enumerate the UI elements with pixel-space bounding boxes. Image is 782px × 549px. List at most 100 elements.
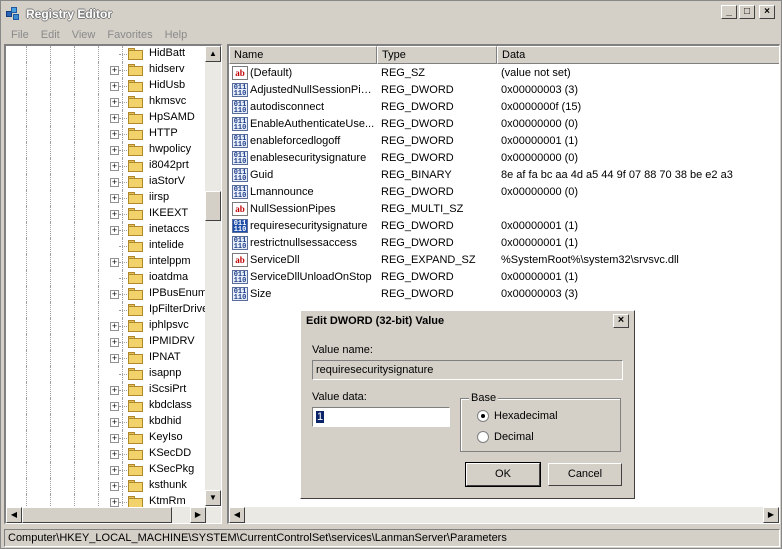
expand-plus-icon[interactable]: + <box>110 498 119 507</box>
value-row[interactable]: 011 110 Lmannounce REG_DWORD 0x00000000 (0) <box>229 184 779 201</box>
tree-item[interactable]: + HTTP <box>6 126 206 142</box>
tree-item[interactable]: + kbdclass <box>6 398 206 414</box>
tree-item[interactable]: + KSecPkg <box>6 462 206 478</box>
tree-item[interactable]: ioatdma <box>6 270 206 286</box>
value-row[interactable]: 011 110 AdjustedNullSessionPipes REG_DWORD 0… <box>229 82 779 99</box>
expand-plus-icon[interactable]: + <box>110 162 119 171</box>
value-row[interactable]: 011 110 Guid REG_BINARY 8e af fa bc aa 4d a5… <box>229 167 779 184</box>
tree-item[interactable]: IpFilterDriver <box>6 302 212 318</box>
expand-plus-icon[interactable]: + <box>110 226 119 235</box>
column-header-name[interactable]: Name <box>229 46 377 64</box>
tree-item[interactable]: + iirsp <box>6 190 206 206</box>
expand-plus-icon[interactable]: + <box>110 434 119 443</box>
tree-item[interactable]: + kbdhid <box>6 414 206 430</box>
tree-item[interactable]: + hwpolicy <box>6 142 206 158</box>
value-row[interactable]: ab NullSessionPipes REG_MULTI_SZ <box>229 201 779 218</box>
scroll-down-arrow-icon[interactable]: ▼ <box>205 490 221 506</box>
expand-plus-icon[interactable]: + <box>110 82 119 91</box>
expand-plus-icon[interactable]: + <box>110 466 119 475</box>
expand-plus-icon[interactable]: + <box>110 130 119 139</box>
expand-plus-icon[interactable]: + <box>110 258 119 267</box>
tree-item[interactable]: + KSecDD <box>6 446 206 462</box>
expand-plus-icon[interactable]: + <box>110 450 119 459</box>
value-row[interactable]: 011 110 EnableAuthenticateUse... REG_DWORD 0… <box>229 116 779 133</box>
scroll-right-arrow-icon[interactable]: ▶ <box>763 507 779 523</box>
dialog-title-bar[interactable]: Edit DWORD (32-bit) Value × <box>301 311 634 331</box>
tree-item[interactable]: + inetaccs <box>6 222 206 238</box>
maximize-button[interactable]: □ <box>739 5 755 19</box>
key-tree-pane[interactable]: HidBatt + hidserv + HidUsb + hkmsvc + HpSAMD + HTT… <box>4 44 222 524</box>
column-header-data[interactable]: Data <box>497 46 779 64</box>
value-row[interactable]: 011 110 enableforcedlogoff REG_DWORD 0x00000… <box>229 133 779 150</box>
tree-item[interactable]: + IPBusEnum <box>6 286 207 302</box>
expand-plus-icon[interactable]: + <box>110 354 119 363</box>
tree-item[interactable]: + iphlpsvc <box>6 318 206 334</box>
title-bar[interactable]: Registry Editor _ □ × <box>1 1 781 26</box>
tree-item[interactable]: isapnp <box>6 366 206 382</box>
tree-item[interactable]: + hidserv <box>6 62 206 78</box>
scroll-left-arrow-icon[interactable]: ◀ <box>229 507 245 523</box>
tree-item[interactable]: + iScsiPrt <box>6 382 206 398</box>
expand-plus-icon[interactable]: + <box>110 210 119 219</box>
hexadecimal-label[interactable]: Hexadecimal <box>494 410 558 422</box>
value-row[interactable]: 011 110 ServiceDllUnloadOnStop REG_DWORD 0x0… <box>229 269 779 286</box>
value-row[interactable]: 011 110 autodisconnect REG_DWORD 0x0000000f … <box>229 99 779 116</box>
expand-plus-icon[interactable]: + <box>110 290 119 299</box>
tree-vertical-scrollbar[interactable]: ▲ ▼ <box>205 46 221 506</box>
expand-plus-icon[interactable]: + <box>110 178 119 187</box>
expand-plus-icon[interactable]: + <box>110 418 119 427</box>
menu-favorites[interactable]: Favorites <box>101 29 158 41</box>
tree-item[interactable]: intelide <box>6 238 206 254</box>
column-header-type[interactable]: Type <box>377 46 497 64</box>
tree-item[interactable]: + hkmsvc <box>6 94 206 110</box>
scroll-right-arrow-icon[interactable]: ▶ <box>190 507 206 523</box>
expand-plus-icon[interactable]: + <box>110 322 119 331</box>
decimal-radio[interactable] <box>477 431 489 443</box>
tree-item[interactable]: + iaStorV <box>6 174 206 190</box>
expand-plus-icon[interactable]: + <box>110 66 119 75</box>
menu-help[interactable]: Help <box>159 29 194 41</box>
expand-plus-icon[interactable]: + <box>110 194 119 203</box>
tree-hscroll-thumb[interactable] <box>22 507 172 523</box>
value-data-input[interactable]: 1 <box>312 407 450 427</box>
tree-scroll-thumb[interactable] <box>205 191 221 221</box>
dialog-close-button[interactable]: × <box>613 314 629 328</box>
value-row[interactable]: 011 110 enablesecuritysignature REG_DWORD 0x… <box>229 150 779 167</box>
tree-item[interactable]: + IPNAT <box>6 350 206 366</box>
tree-item[interactable]: + IPMIDRV <box>6 334 206 350</box>
hexadecimal-radio[interactable] <box>477 410 489 422</box>
tree-item[interactable]: + IKEEXT <box>6 206 206 222</box>
cancel-button[interactable]: Cancel <box>548 463 622 486</box>
ok-button[interactable]: OK <box>465 462 541 487</box>
value-name-field[interactable]: requiresecuritysignature <box>312 360 623 380</box>
list-horizontal-scrollbar[interactable]: ◀ ▶ <box>229 507 779 523</box>
value-row[interactable]: ab ServiceDll REG_EXPAND_SZ %SystemRoot%\sy… <box>229 252 779 269</box>
value-row[interactable]: 011 110 restrictnullsessaccess REG_DWORD 0x0… <box>229 235 779 252</box>
close-button[interactable]: × <box>759 5 775 19</box>
tree-item[interactable]: + i8042prt <box>6 158 206 174</box>
minimize-button[interactable]: _ <box>721 5 737 19</box>
tree-item[interactable]: + intelppm <box>6 254 206 270</box>
menu-edit[interactable]: Edit <box>35 29 66 41</box>
expand-plus-icon[interactable]: + <box>110 98 119 107</box>
expand-plus-icon[interactable]: + <box>110 482 119 491</box>
tree-item[interactable]: HidBatt <box>6 46 206 62</box>
scroll-up-arrow-icon[interactable]: ▲ <box>205 46 221 62</box>
expand-plus-icon[interactable]: + <box>110 114 119 123</box>
decimal-label[interactable]: Decimal <box>494 431 534 443</box>
expand-plus-icon[interactable]: + <box>110 386 119 395</box>
value-row[interactable]: ab (Default) REG_SZ (value not set) <box>229 65 779 82</box>
menu-file[interactable]: File <box>5 29 35 41</box>
tree-item[interactable]: + HidUsb <box>6 78 206 94</box>
value-row[interactable]: 011 110 requiresecuritysignature REG_DWORD 0… <box>229 218 779 235</box>
scroll-left-arrow-icon[interactable]: ◀ <box>6 507 22 523</box>
expand-plus-icon[interactable]: + <box>110 402 119 411</box>
menu-view[interactable]: View <box>66 29 102 41</box>
expand-plus-icon[interactable]: + <box>110 338 119 347</box>
value-row[interactable]: 011 110 Size REG_DWORD 0x00000003 (3) <box>229 286 779 303</box>
tree-item[interactable]: + HpSAMD <box>6 110 206 126</box>
expand-plus-icon[interactable]: + <box>110 146 119 155</box>
tree-item[interactable]: + KeyIso <box>6 430 206 446</box>
tree-item[interactable]: + ksthunk <box>6 478 206 494</box>
tree-horizontal-scrollbar[interactable]: ◀ ▶ <box>6 507 221 523</box>
